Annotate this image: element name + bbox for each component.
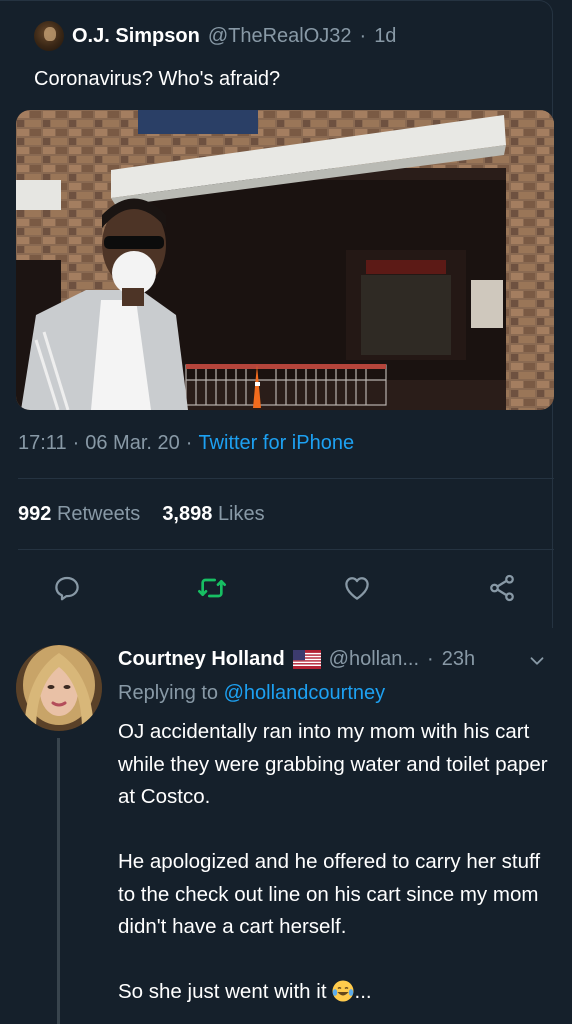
heart-icon (345, 577, 369, 600)
reply-paragraph-last: So she just went with it ... (118, 976, 558, 1009)
reply-icon (55, 576, 79, 601)
us-flag-icon (292, 650, 321, 669)
tweet-detail-view: O.J. Simpson @TheRealOJ32 · 1d Coronavir… (0, 0, 572, 1024)
likes-stat[interactable]: 3,898 Likes (162, 503, 264, 526)
tweet-header: O.J. Simpson @TheRealOJ32 · 1d (34, 20, 396, 52)
tears-of-joy-emoji-icon (332, 980, 354, 1002)
replying-to-line: Replying to @hollandcourtney (118, 682, 385, 705)
tweet-age: 1d (374, 24, 397, 47)
retweets-stat[interactable]: 992 Retweets (18, 503, 140, 526)
divider (18, 478, 554, 479)
meta-separator-2: · (185, 432, 193, 454)
likes-count: 3,898 (162, 503, 213, 525)
more-options-button[interactable] (526, 650, 548, 677)
author-name[interactable]: O.J. Simpson (72, 25, 200, 48)
likes-label: Likes (217, 503, 265, 525)
replying-to-handle-link[interactable]: @hollandcourtney (224, 682, 386, 704)
retweets-count: 992 (18, 503, 52, 525)
retweet-icon (198, 578, 226, 598)
reply-paragraph-text: So she just went with it (118, 980, 327, 1003)
reply-author-avatar[interactable] (16, 645, 102, 731)
separator-dot: · (359, 24, 367, 47)
divider (18, 549, 554, 550)
tweet-text: Coronavirus? Who's afraid? (34, 68, 281, 90)
tweet-stats: 992 Retweets 3,898 Likes (18, 503, 265, 526)
reply-author-handle[interactable]: @hollan... (329, 648, 419, 671)
retweet-button[interactable] (192, 568, 232, 608)
reply-age: 23h (441, 648, 476, 670)
replying-to-prefix: Replying to (118, 682, 219, 704)
share-icon (490, 574, 514, 602)
retweets-label: Retweets (56, 503, 141, 525)
chevron-down-icon (530, 657, 544, 665)
reply-header: Courtney Holland @hollan... · 23h (118, 648, 475, 671)
tweet-time[interactable]: 17:11 (18, 432, 67, 455)
tweet-action-bar (0, 568, 572, 608)
meta-separator-1: · (72, 432, 80, 454)
reply-button[interactable] (47, 568, 87, 608)
reply-paragraph: He apologized and he offered to carry he… (118, 850, 541, 938)
reply-separator: · (427, 648, 434, 670)
tweet-photo[interactable] (16, 110, 554, 410)
thread-line (57, 738, 60, 1024)
reply-author-name[interactable]: Courtney Holland (118, 648, 285, 671)
reply-text: OJ accidentally ran into my mom with his… (118, 716, 558, 1009)
reply-paragraph: OJ accidentally ran into my mom with his… (118, 720, 548, 808)
share-button[interactable] (482, 568, 522, 608)
tweet-date[interactable]: 06 Mar. 20 (85, 432, 180, 455)
author-handle[interactable]: @TheRealOJ32 (208, 25, 352, 48)
reply-ellipsis: ... (354, 980, 372, 1003)
tweet-timestamp: 17:11 · 06 Mar. 20 · Twitter for iPhone (18, 432, 354, 455)
author-avatar[interactable] (34, 21, 64, 51)
like-button[interactable] (337, 568, 377, 608)
tweet-source[interactable]: Twitter for iPhone (198, 432, 354, 455)
